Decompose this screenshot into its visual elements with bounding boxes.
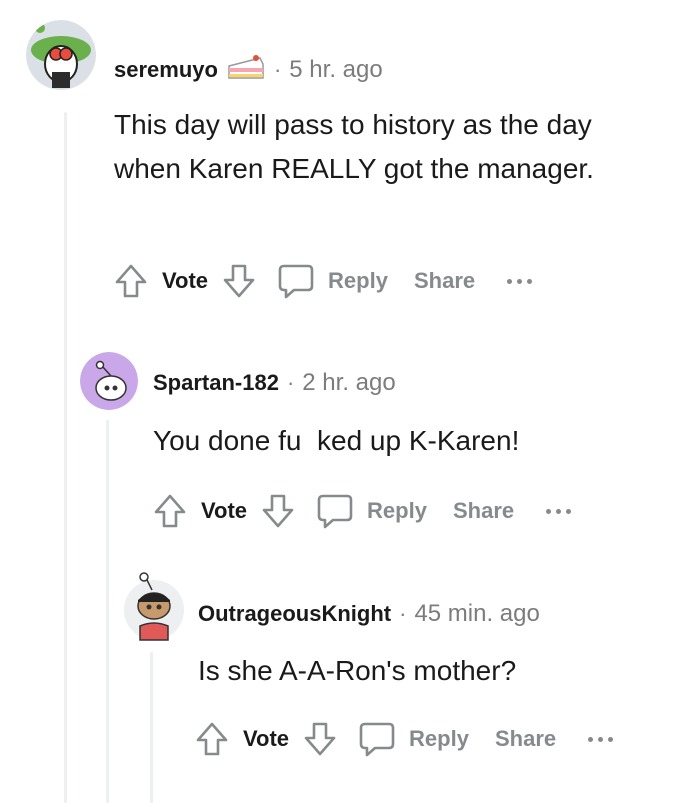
more-options-icon[interactable]: [588, 736, 614, 742]
comment-header: seremuyo · 5 hr. ago: [114, 52, 383, 87]
avatar[interactable]: [80, 352, 138, 410]
comment-header: OutrageousKnight · 45 min. ago: [198, 600, 540, 628]
timestamp[interactable]: 45 min. ago: [414, 600, 539, 628]
downvote-button[interactable]: [222, 262, 256, 300]
thread-line[interactable]: [106, 420, 109, 803]
thread-line[interactable]: [150, 652, 153, 803]
comment-bubble-icon: [359, 722, 395, 757]
timestamp[interactable]: 5 hr. ago: [289, 56, 382, 84]
reply-label: Reply: [409, 726, 469, 751]
username[interactable]: OutrageousKnight: [198, 601, 391, 627]
comment-actions: Vote Reply Share: [114, 262, 533, 300]
comment-actions: Vote Reply Share: [153, 492, 572, 530]
share-button[interactable]: Share: [414, 268, 475, 294]
avatar[interactable]: [122, 570, 186, 644]
reply-button[interactable]: Reply: [357, 720, 469, 758]
thread-line[interactable]: [64, 112, 67, 803]
separator-dot: ·: [273, 56, 282, 82]
vote-count: Vote: [162, 268, 209, 293]
separator-dot: ·: [286, 370, 295, 395]
reply-button[interactable]: Reply: [315, 492, 427, 530]
timestamp[interactable]: 2 hr. ago: [302, 369, 395, 397]
more-options-icon[interactable]: [546, 508, 572, 514]
share-button[interactable]: Share: [453, 498, 514, 524]
username[interactable]: seremuyo: [114, 57, 218, 83]
comment-text: You done fu ked up K-Karen!: [153, 425, 520, 456]
comment-bubble-icon: [278, 264, 314, 299]
upvote-icon: [196, 722, 228, 756]
comment-text: This day will pass to history as the day…: [114, 109, 594, 184]
downvote-button[interactable]: [261, 492, 295, 530]
comment-actions: Vote Reply Share: [195, 720, 614, 758]
reply-button[interactable]: Reply: [276, 262, 388, 300]
upvote-button[interactable]: [153, 492, 187, 530]
upvote-icon: [115, 264, 147, 298]
comment-bubble-icon: [317, 494, 353, 529]
comment-header: Spartan-182 · 2 hr. ago: [153, 369, 396, 397]
upvote-button[interactable]: [114, 262, 148, 300]
downvote-icon: [262, 494, 294, 528]
more-options-icon[interactable]: [507, 278, 533, 284]
share-button[interactable]: Share: [495, 726, 556, 752]
reply-label: Reply: [328, 268, 388, 293]
downvote-button[interactable]: [303, 720, 337, 758]
upvote-button[interactable]: [195, 720, 229, 758]
upvote-icon: [154, 494, 186, 528]
reply-label: Reply: [367, 498, 427, 523]
avatar[interactable]: [26, 20, 96, 90]
downvote-icon: [223, 264, 255, 298]
vote-count: Vote: [243, 726, 290, 751]
downvote-icon: [304, 722, 336, 756]
separator-dot: ·: [399, 601, 407, 626]
comment-text: Is she A-A-Ron's mother?: [198, 655, 517, 686]
username[interactable]: Spartan-182: [153, 370, 279, 396]
vote-count: Vote: [201, 498, 248, 523]
cake-icon: [226, 52, 266, 87]
